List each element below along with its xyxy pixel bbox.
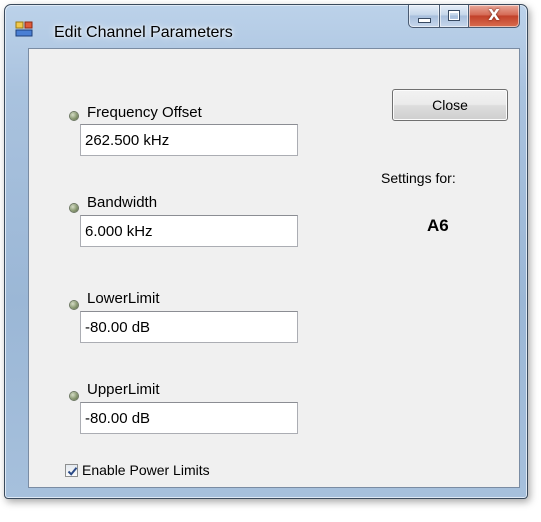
settings-for-label: Settings for:: [381, 170, 456, 186]
lower-limit-bullet-icon: [70, 301, 78, 309]
enable-power-limits-label: Enable Power Limits: [82, 462, 210, 478]
lower-limit-label: LowerLimit: [87, 290, 160, 307]
lower-limit-input[interactable]: [80, 311, 298, 343]
bandwidth-input[interactable]: [80, 215, 298, 247]
dialog-window: Edit Channel Parameters X Frequency Offs…: [4, 4, 528, 499]
enable-power-limits-checkbox[interactable]: [65, 464, 78, 477]
caption-buttons: X: [408, 5, 520, 28]
close-icon: X: [488, 6, 500, 24]
app-window-icon: [15, 20, 33, 38]
window-close-button[interactable]: X: [469, 5, 520, 28]
frequency-offset-label: Frequency Offset: [87, 104, 202, 121]
maximize-icon: [448, 10, 460, 21]
dialog-client-area: Frequency Offset Bandwidth LowerLimit Up…: [28, 48, 520, 488]
close-button[interactable]: Close: [392, 89, 508, 121]
window-title: Edit Channel Parameters: [54, 24, 233, 41]
checkmark-icon: [67, 467, 78, 476]
upper-limit-bullet-icon: [70, 392, 78, 400]
minimize-button[interactable]: [408, 5, 440, 28]
frequency-offset-input[interactable]: [80, 124, 298, 156]
bandwidth-label: Bandwidth: [87, 194, 158, 211]
upper-limit-input[interactable]: [80, 402, 298, 434]
minimize-icon: [418, 18, 431, 23]
frequency-offset-bullet-icon: [70, 112, 78, 120]
bandwidth-bullet-icon: [70, 204, 78, 212]
settings-for-value: A6: [427, 216, 449, 235]
maximize-button[interactable]: [440, 5, 469, 28]
title-bar[interactable]: Edit Channel Parameters X: [5, 5, 527, 53]
upper-limit-label: UpperLimit: [87, 381, 160, 398]
